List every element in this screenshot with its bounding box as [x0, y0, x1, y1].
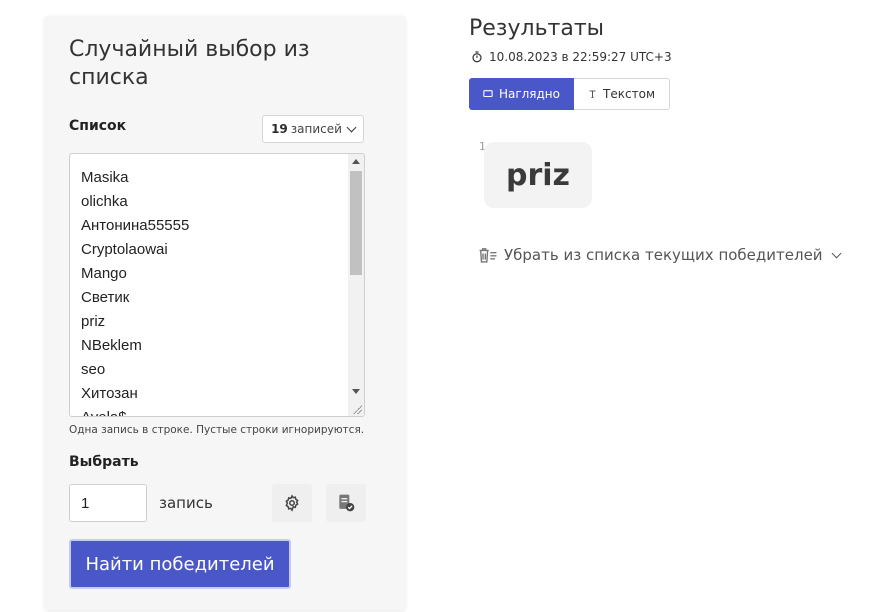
remove-winners-toggle[interactable]: Убрать из списка текущих победителей [478, 246, 842, 264]
results-timestamp: 10.08.2023 в 22:59:27 UTC+3 [471, 50, 672, 64]
entry-line: Хитозан [81, 385, 138, 402]
trash-list-icon [479, 248, 497, 263]
tab-visual[interactable]: Наглядно [469, 78, 574, 110]
settings-button[interactable] [272, 484, 312, 522]
entry-line: Avela$ [81, 406, 364, 416]
scrollbar-thumb[interactable] [350, 171, 362, 275]
find-winners-button[interactable]: Найти победителей [69, 539, 291, 589]
picker-card: Случайный выбор из списка Список 19 запи… [45, 16, 405, 610]
entries-count: 19 [271, 122, 288, 136]
entry-line: Masika [81, 169, 129, 186]
entry-line: Mango [81, 265, 127, 282]
card-title: Случайный выбор из списка [69, 37, 310, 90]
tab-text-label: Текстом [603, 87, 655, 101]
entry-line: Cryptolaowai [81, 241, 168, 258]
chevron-down-icon [346, 122, 357, 133]
timer-icon [472, 51, 482, 63]
scroll-up-arrow-icon[interactable] [352, 159, 360, 164]
text-icon [589, 90, 596, 98]
entry-line: olichka [81, 193, 128, 210]
entries-lines: Masika olichka Антонина55555 Cryptolaowai Ma… [70, 154, 364, 416]
entry-line: Светик [81, 289, 130, 306]
choose-label: Выбрать [69, 454, 139, 470]
entry-line: Антонина55555 [81, 217, 190, 234]
quantity-input[interactable] [69, 484, 147, 522]
doc-check-icon [339, 494, 355, 512]
display-icon [483, 90, 493, 98]
winner-card: priz [484, 142, 592, 208]
scroll-down-arrow-icon[interactable] [352, 389, 360, 394]
textarea-scrollbar[interactable] [348, 154, 364, 416]
gear-icon [285, 494, 299, 512]
results-view-tabs: Наглядно Текстом [469, 78, 670, 110]
results-title: Результаты [469, 16, 605, 41]
tab-text[interactable]: Текстом [574, 78, 670, 110]
results-date-text: 10.08.2023 в 22:59:27 UTC+3 [489, 50, 672, 64]
entry-line: seo [81, 361, 106, 378]
export-button[interactable] [326, 484, 366, 522]
entry-line: priz [81, 313, 106, 330]
list-label: Список [69, 118, 127, 134]
quantity-unit: запись [159, 494, 213, 512]
chevron-down-icon [831, 248, 842, 259]
entries-word: записей [290, 122, 342, 136]
tab-visual-label: Наглядно [498, 87, 560, 101]
remove-winners-label: Убрать из списка текущих победителей [504, 246, 823, 264]
entry-line: NBeklem [81, 337, 142, 354]
textarea-hint: Одна запись в строке. Пустые строки игно… [69, 424, 365, 436]
resize-grip-icon[interactable] [352, 404, 362, 414]
entries-count-dropdown[interactable]: 19 записей [262, 115, 364, 143]
entries-textarea[interactable]: Masika olichka Антонина55555 Cryptolaowai Ma… [69, 153, 365, 417]
